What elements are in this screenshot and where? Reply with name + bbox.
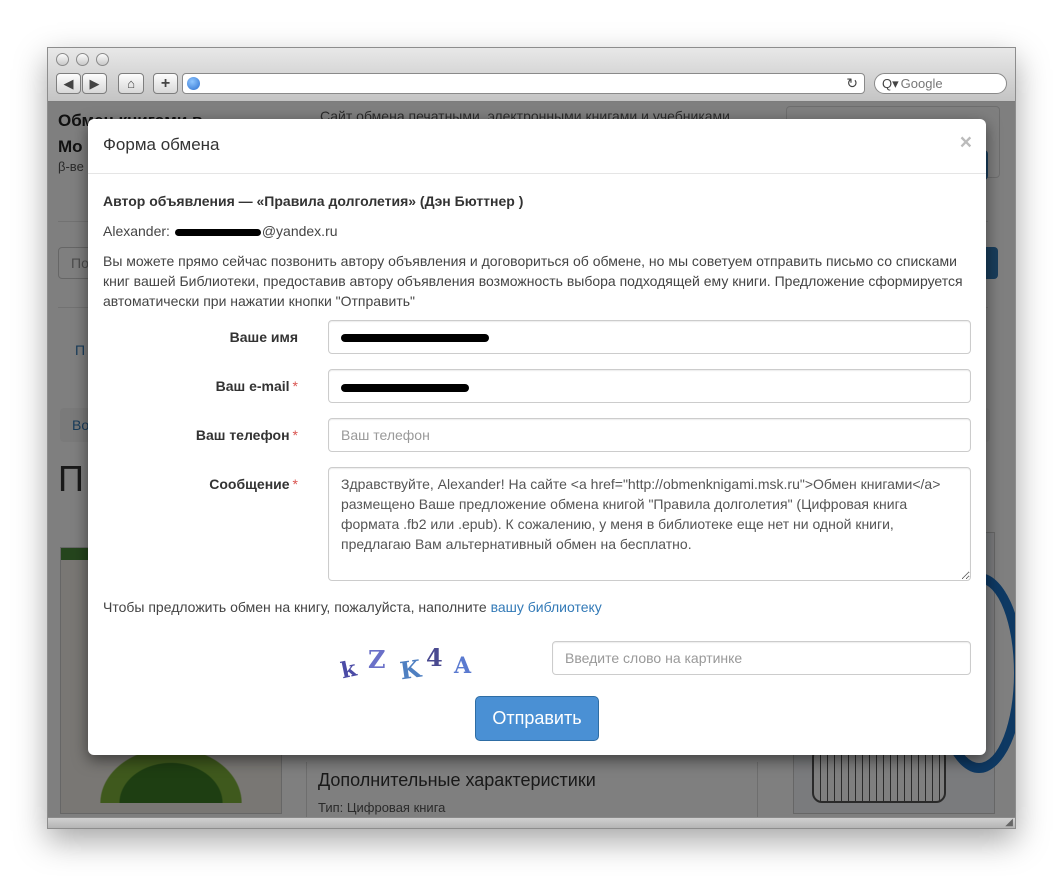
- submit-button[interactable]: Отправить: [475, 696, 599, 741]
- forward-arrow-icon: ▶: [89, 76, 100, 91]
- search-icon: Q▾: [882, 76, 899, 91]
- close-icon[interactable]: ×: [960, 131, 972, 155]
- contact-name: Alexander:: [103, 223, 170, 239]
- plus-icon: +: [160, 75, 171, 92]
- home-icon: ⌂: [127, 76, 135, 91]
- captcha-image: k Z K 4 A: [338, 641, 488, 685]
- new-tab-button[interactable]: +: [153, 73, 178, 94]
- captcha-letter: K: [398, 653, 423, 686]
- modal-title: Форма обмена: [103, 135, 220, 154]
- captcha-input[interactable]: [552, 641, 971, 675]
- captcha-letter: A: [454, 653, 472, 679]
- captcha-letter: 4: [426, 643, 443, 672]
- forward-button[interactable]: ▶: [82, 73, 107, 94]
- info-paragraph: Вы можете прямо сейчас позвонить автору …: [103, 253, 963, 309]
- email-input[interactable]: [328, 369, 971, 403]
- message-textarea[interactable]: Здравствуйте, Alexander! На сайте <a hre…: [328, 467, 971, 581]
- modal-header: Форма обмена ×: [88, 119, 986, 174]
- globe-icon: [187, 77, 200, 90]
- redaction-mark: [174, 228, 261, 236]
- name-input[interactable]: [328, 320, 971, 354]
- resize-grip-icon[interactable]: ◢: [1005, 818, 1013, 828]
- contact-email: Alexander: @yandex.ru: [103, 223, 338, 239]
- library-link[interactable]: вашу библиотеку: [491, 599, 602, 615]
- phone-input[interactable]: [328, 418, 971, 452]
- browser-toolbar: ◀ ▶ ⌂ + ↻ Q▾ Google: [48, 48, 1015, 102]
- phone-label: Ваш телефон *: [195, 427, 298, 443]
- exchange-modal: Форма обмена × Автор объявления — «Прави…: [88, 119, 986, 755]
- close-window-button[interactable]: [56, 53, 69, 66]
- email-label: Ваш e-mail *: [215, 378, 298, 394]
- home-button[interactable]: ⌂: [118, 73, 144, 94]
- status-bar: ◢: [48, 817, 1015, 828]
- minimize-window-button[interactable]: [76, 53, 89, 66]
- captcha-letter: k: [338, 655, 359, 685]
- address-bar[interactable]: ↻: [182, 73, 865, 94]
- browser-search-placeholder: Google: [900, 76, 943, 91]
- browser-search-field[interactable]: Q▾ Google: [874, 73, 1007, 94]
- captcha-letter: Z: [368, 645, 386, 674]
- reload-icon[interactable]: ↻: [846, 75, 858, 92]
- redaction-mark: [341, 384, 469, 392]
- back-button[interactable]: ◀: [56, 73, 81, 94]
- name-label: Ваше имя: [229, 329, 298, 345]
- redaction-mark: [341, 334, 489, 342]
- contact-domain: @yandex.ru: [261, 223, 338, 239]
- browser-window: ◀ ▶ ⌂ + ↻ Q▾Google Обмен книгами вМо β-в…: [47, 47, 1016, 829]
- fill-library-note: Чтобы предложить обмен на книгу, пожалуй…: [103, 599, 602, 615]
- message-label: Сообщение *: [209, 476, 298, 492]
- author-line: Автор объявления — «Правила долголетия» …: [103, 193, 524, 209]
- back-arrow-icon: ◀: [63, 76, 74, 91]
- zoom-window-button[interactable]: [96, 53, 109, 66]
